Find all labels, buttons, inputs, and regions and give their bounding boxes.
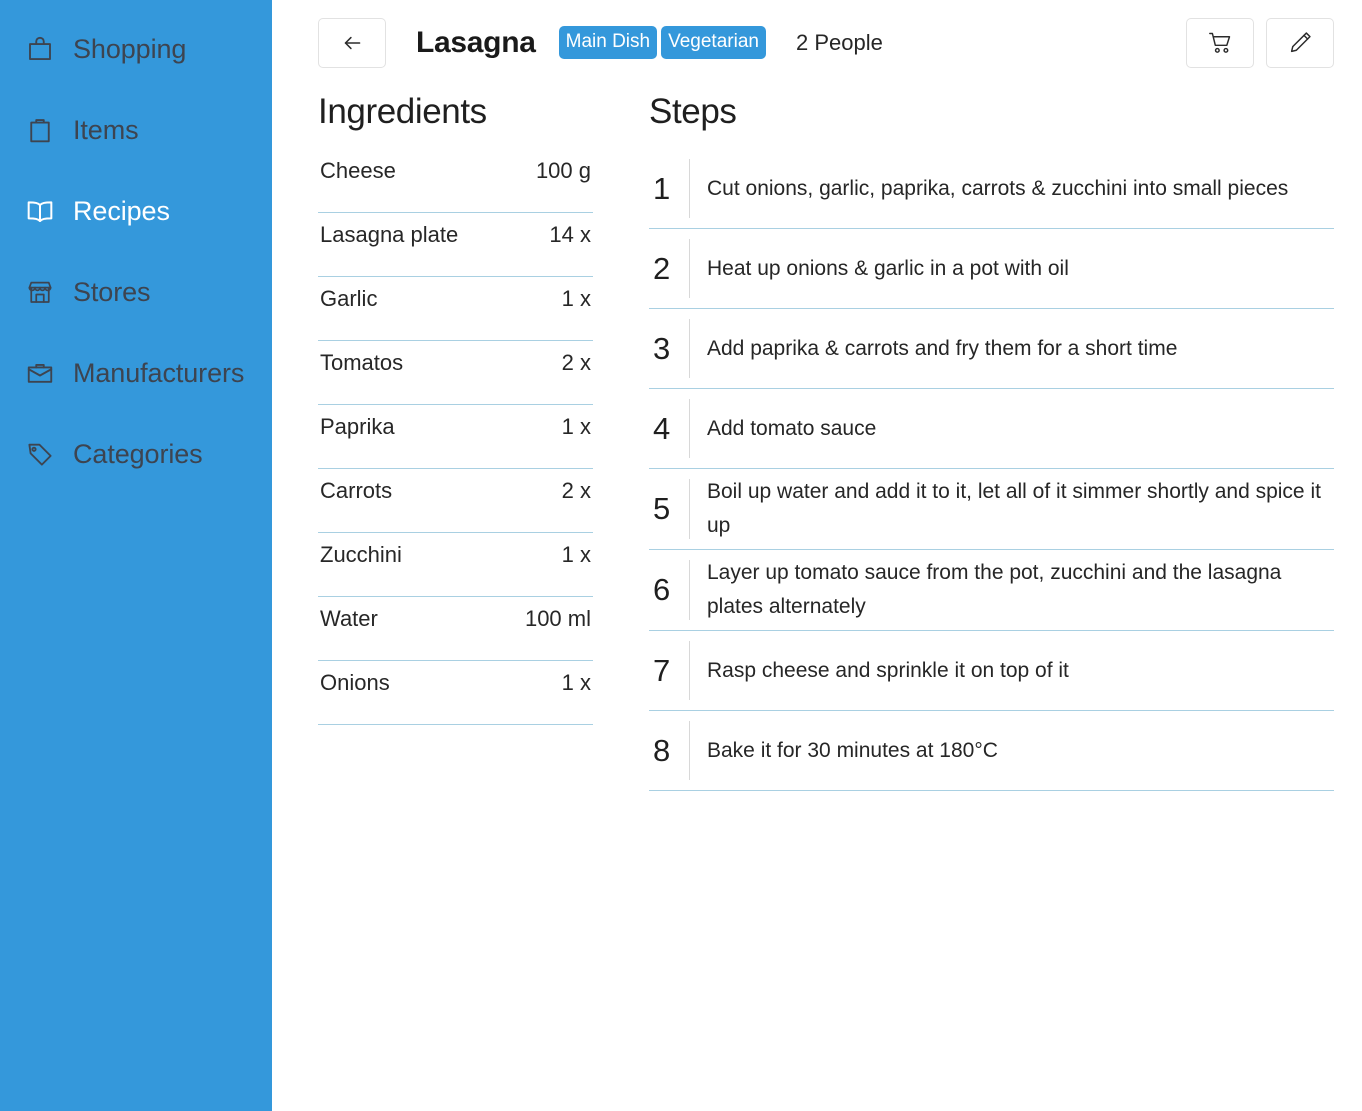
- step-text: Cut onions, garlic, paprika, carrots & z…: [707, 176, 1289, 200]
- servings-label: 2 People: [795, 29, 883, 55]
- ingredient-name: Garlic: [320, 286, 378, 311]
- steps-title: Steps: [649, 92, 737, 131]
- sidebar-item-shopping[interactable]: Shopping: [0, 26, 272, 72]
- ingredient-row[interactable]: Garlic 1 x: [318, 277, 593, 341]
- book-icon: [24, 195, 56, 227]
- step-number: 4: [653, 410, 671, 446]
- ingredient-quantity: 2 x: [561, 350, 591, 375]
- ingredient-quantity: 1 x: [561, 670, 591, 695]
- arrow-left-icon: [344, 36, 361, 49]
- sidebar-item-stores[interactable]: Stores: [0, 269, 272, 315]
- briefcase-icon: [24, 357, 56, 389]
- cart-button[interactable]: [1186, 17, 1254, 68]
- sidebar-item-manufacturers[interactable]: Manufacturers: [0, 350, 272, 396]
- ingredient-row[interactable]: Zucchini 1 x: [318, 533, 593, 597]
- clipboard-icon: [24, 114, 56, 146]
- ingredients-title: Ingredients: [318, 92, 487, 131]
- sidebar-item-label: Categories: [73, 438, 203, 469]
- ingredient-row[interactable]: Paprika 1 x: [318, 405, 593, 469]
- sidebar-item-label: Stores: [73, 276, 151, 307]
- step-text: Heat up onions & garlic in a pot with oi…: [707, 256, 1069, 280]
- step-text: Rasp cheese and sprinkle it on top of it: [707, 658, 1069, 682]
- step-row[interactable]: 1 Cut onions, garlic, paprika, carrots &…: [649, 149, 1334, 229]
- ingredients-panel: Ingredients Cheese 100 g Lasagna plate 1…: [318, 92, 593, 791]
- sidebar-item-recipes[interactable]: Recipes: [0, 188, 272, 234]
- step-row[interactable]: 8 Bake it for 30 minutes at 180°C: [649, 711, 1334, 791]
- sidebar-item-label: Recipes: [73, 195, 170, 226]
- sidebar-item-categories[interactable]: Categories: [0, 431, 272, 477]
- ingredient-row[interactable]: Tomatos 2 x: [318, 341, 593, 405]
- ingredient-quantity: 1 x: [561, 286, 591, 311]
- ingredient-name: Carrots: [320, 478, 393, 503]
- step-number: 7: [653, 652, 671, 688]
- sidebar-item-label: Items: [73, 114, 139, 145]
- tag-icon: [24, 438, 56, 470]
- ingredient-name: Tomatos: [320, 350, 404, 375]
- shopping-bag-icon: [24, 33, 56, 65]
- ingredient-row[interactable]: Lasagna plate 14 x: [318, 213, 593, 277]
- sidebar-item-label: Manufacturers: [73, 357, 245, 388]
- edit-button[interactable]: [1266, 17, 1334, 68]
- ingredient-quantity: 14 x: [549, 222, 591, 247]
- step-row[interactable]: 4 Add tomato sauce: [649, 389, 1334, 469]
- back-button[interactable]: [318, 17, 386, 68]
- ingredient-row[interactable]: Carrots 2 x: [318, 469, 593, 533]
- step-number: 3: [653, 330, 671, 366]
- step-text: Add tomato sauce: [707, 416, 877, 440]
- step-text: Bake it for 30 minutes at 180°C: [707, 738, 998, 762]
- app-root: Shopping Items Recipes Stores Manufactur…: [0, 0, 1362, 1111]
- status-badge: Vegetarian: [661, 26, 766, 59]
- step-row[interactable]: 3 Add paprika & carrots and fry them for…: [649, 309, 1334, 389]
- ingredient-name: Water: [320, 606, 378, 631]
- step-text: Boil up water and add it to it, let all …: [707, 480, 1321, 537]
- step-number: 1: [653, 170, 671, 206]
- step-number: 6: [653, 572, 671, 607]
- step-row[interactable]: 5 Boil up water and add it to it, let al…: [649, 469, 1334, 550]
- sidebar-item-items[interactable]: Items: [0, 107, 272, 153]
- ingredient-quantity: 100 g: [535, 158, 591, 183]
- ingredient-quantity: 1 x: [561, 542, 591, 567]
- header-actions: [1186, 17, 1334, 68]
- shopping-cart-icon: [1208, 32, 1230, 53]
- ingredient-name: Paprika: [320, 414, 395, 439]
- status-badge: Main Dish: [558, 26, 658, 59]
- tag-list: Main Dish Vegetarian: [558, 26, 766, 59]
- ingredient-row[interactable]: Cheese 100 g: [318, 149, 593, 213]
- sidebar: Shopping Items Recipes Stores Manufactur…: [0, 0, 272, 1111]
- ingredient-name: Cheese: [320, 158, 396, 183]
- ingredient-name: Zucchini: [320, 542, 402, 567]
- pencil-icon: [1290, 32, 1311, 53]
- ingredient-quantity: 1 x: [561, 414, 591, 439]
- step-text: Layer up tomato sauce from the pot, zucc…: [707, 561, 1282, 618]
- steps-panel: Steps 1 Cut onions, garlic, paprika, car…: [649, 92, 1334, 791]
- ingredient-name: Onions: [320, 670, 390, 695]
- step-row[interactable]: 7 Rasp cheese and sprinkle it on top of …: [649, 631, 1334, 711]
- main-content: Lasagna Main Dish Vegetarian 2 People In…: [272, 0, 1362, 1111]
- step-number: 5: [653, 491, 671, 526]
- ingredient-row[interactable]: Onions 1 x: [318, 661, 593, 725]
- step-number: 8: [653, 732, 671, 768]
- store-icon: [24, 276, 56, 308]
- step-text: Add paprika & carrots and fry them for a…: [707, 336, 1178, 360]
- ingredient-row[interactable]: Water 100 ml: [318, 597, 593, 661]
- sidebar-item-label: Shopping: [73, 33, 187, 64]
- recipe-header: Lasagna Main Dish Vegetarian 2 People: [318, 0, 1334, 74]
- step-row[interactable]: 2 Heat up onions & garlic in a pot with …: [649, 229, 1334, 309]
- ingredient-name: Lasagna plate: [320, 222, 459, 247]
- step-row[interactable]: 6 Layer up tomato sauce from the pot, zu…: [649, 550, 1334, 631]
- ingredient-quantity: 2 x: [561, 478, 591, 503]
- content-columns: Ingredients Cheese 100 g Lasagna plate 1…: [318, 92, 1334, 791]
- ingredient-quantity: 100 ml: [524, 606, 591, 631]
- step-number: 2: [653, 250, 671, 286]
- page-title: Lasagna: [416, 25, 536, 59]
